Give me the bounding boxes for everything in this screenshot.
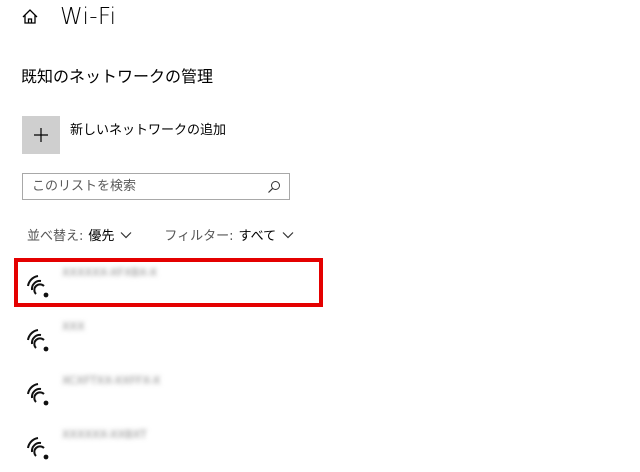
filter-label: フィルター:	[164, 229, 234, 244]
section-title: 既知のネットワークの管理	[21, 67, 214, 86]
highlight-frame	[14, 258, 323, 307]
home-icon[interactable]	[20, 7, 40, 27]
plus-icon	[34, 128, 48, 142]
add-network-button[interactable]: 新しいネットワークの追加	[22, 116, 226, 154]
network-list: XXXXXX-XFXBX-X XXX XCXFTXX-XXFFX-X XXXXX…	[14, 256, 334, 472]
page-title: Wi-Fi	[60, 4, 117, 30]
network-item[interactable]: XXXXXX-XFXBX-X	[14, 256, 334, 310]
sort-value: 優先	[88, 229, 115, 244]
network-item[interactable]: XXXXXX-XXBXT	[14, 418, 334, 472]
filter-value: すべて	[238, 229, 277, 244]
wifi-icon	[27, 329, 49, 352]
network-ssid: XXX	[62, 320, 85, 333]
wifi-icon	[27, 437, 49, 460]
network-ssid: XXXXXX-XFXBX-X	[62, 266, 157, 279]
header: Wi-Fi	[20, 2, 116, 32]
chevron-down-icon	[282, 231, 294, 238]
sort-dropdown[interactable]: 並べ替え: 優先	[27, 225, 132, 244]
add-network-label: 新しいネットワークの追加	[70, 123, 227, 138]
search-icon[interactable]	[267, 180, 281, 194]
chevron-down-icon	[120, 231, 132, 238]
wifi-icon	[27, 275, 49, 298]
network-ssid: XCXFTXX-XXFFX-X	[62, 374, 161, 387]
network-item[interactable]: XXX	[14, 310, 334, 364]
add-network-tile[interactable]	[22, 116, 60, 154]
search-input[interactable]	[23, 174, 267, 199]
wifi-icon	[27, 383, 49, 406]
sort-label: 並べ替え:	[27, 229, 84, 244]
sort-filter-row: 並べ替え: 優先 フィルター: すべて	[27, 225, 294, 244]
filter-dropdown[interactable]: フィルター: すべて	[164, 225, 294, 244]
network-item[interactable]: XCXFTXX-XXFFX-X	[14, 364, 334, 418]
search-box[interactable]	[22, 173, 290, 200]
network-ssid: XXXXXX-XXBXT	[62, 428, 147, 441]
